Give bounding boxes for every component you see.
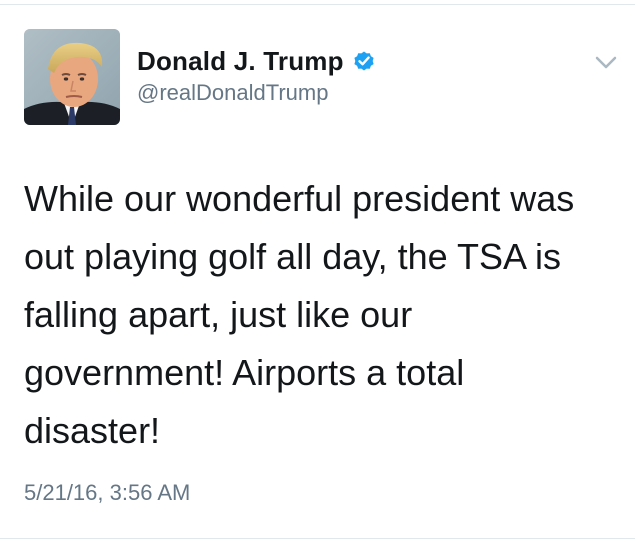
timestamp[interactable]: 5/21/16, 3:56 AM — [24, 480, 190, 506]
tweet-card: Donald J. Trump @realDonaldTrump While o… — [0, 0, 635, 546]
tweet-text: While our wonderful president was out pl… — [24, 178, 575, 451]
chevron-down-icon[interactable] — [592, 52, 620, 72]
avatar[interactable] — [24, 29, 120, 125]
display-name[interactable]: Donald J. Trump — [137, 46, 344, 77]
author-row: Donald J. Trump — [137, 45, 376, 77]
profile-photo-icon — [24, 29, 120, 125]
bottom-divider — [0, 538, 635, 539]
top-divider — [0, 4, 635, 5]
verified-badge-icon — [352, 49, 376, 73]
username-handle[interactable]: @realDonaldTrump — [137, 80, 328, 106]
